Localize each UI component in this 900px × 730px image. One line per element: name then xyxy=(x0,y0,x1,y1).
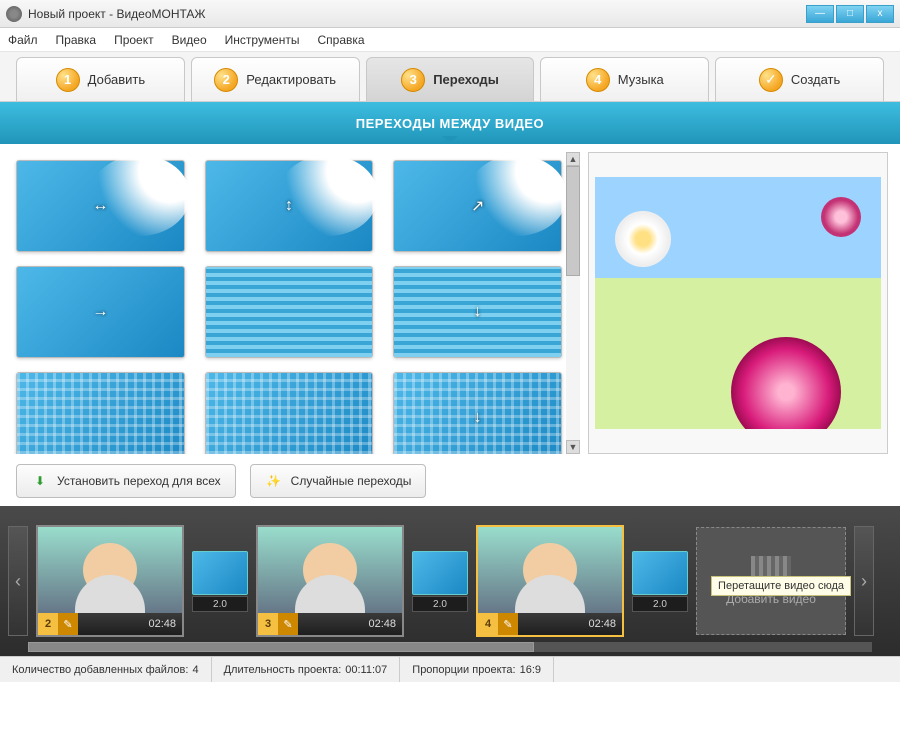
menu-edit[interactable]: Правка xyxy=(56,33,97,47)
transition-slot[interactable]: 2.0 xyxy=(192,551,248,612)
edit-clip-button[interactable]: ✎ xyxy=(278,613,298,635)
transition-thumb xyxy=(192,551,248,595)
minimize-button[interactable]: — xyxy=(806,5,834,23)
transition-item[interactable]: ↕ xyxy=(205,160,374,252)
arrow-icon: ↕ xyxy=(285,197,293,215)
close-button[interactable]: x xyxy=(866,5,894,23)
step-3-label: Переходы xyxy=(433,72,499,87)
arrow-icon: → xyxy=(92,303,108,321)
scroll-up-button[interactable]: ▲ xyxy=(566,152,580,166)
menu-file[interactable]: Файл xyxy=(8,33,38,47)
timeline-scrollbar[interactable] xyxy=(28,642,872,652)
download-arrow-icon: ⬇ xyxy=(31,472,49,490)
clip-duration: 02:48 xyxy=(78,618,182,630)
window-title: Новый проект - ВидеоМОНТАЖ xyxy=(28,7,206,21)
clip-number: 4 xyxy=(478,613,498,635)
tab-add[interactable]: 1 Добавить xyxy=(16,57,185,101)
transition-item[interactable] xyxy=(16,372,185,454)
timeline-next-button[interactable]: › xyxy=(854,526,874,636)
aspect-value: 16:9 xyxy=(520,664,541,676)
menu-tools[interactable]: Инструменты xyxy=(225,33,300,47)
apply-all-label: Установить переход для всех xyxy=(57,474,221,488)
timeline: ‹ 2 ✎ 02:48 2.0 3 ✎ 02:48 2.0 4 ✎ 02:48 xyxy=(0,506,900,656)
arrow-down-icon: ↓ xyxy=(474,409,482,427)
tab-transitions[interactable]: 3 Переходы xyxy=(366,57,535,101)
wand-icon: ✨ xyxy=(265,472,283,490)
maximize-button[interactable]: □ xyxy=(836,5,864,23)
flower-decor xyxy=(821,197,861,237)
transition-item[interactable]: ↗ xyxy=(393,160,562,252)
transition-thumb xyxy=(632,551,688,595)
tab-edit[interactable]: 2 Редактировать xyxy=(191,57,360,101)
menubar: Файл Правка Проект Видео Инструменты Спр… xyxy=(0,28,900,52)
transition-item[interactable]: → xyxy=(16,266,185,358)
aspect-label: Пропорции проекта: xyxy=(412,664,515,676)
clip-number: 3 xyxy=(258,613,278,635)
timeline-clip[interactable]: 3 ✎ 02:48 xyxy=(256,525,404,637)
step-4-label: Музыка xyxy=(618,72,664,87)
files-count-label: Количество добавленных файлов: xyxy=(12,664,188,676)
menu-video[interactable]: Видео xyxy=(172,33,207,47)
arrow-down-icon: ↓ xyxy=(474,303,482,321)
transition-item[interactable]: ↓ xyxy=(393,372,562,454)
apply-all-button[interactable]: ⬇ Установить переход для всех xyxy=(16,464,236,498)
step-1-badge: 1 xyxy=(56,68,80,92)
transition-thumb xyxy=(412,551,468,595)
arrow-icon: ↗ xyxy=(471,196,484,216)
check-icon: ✓ xyxy=(759,68,783,92)
menu-project[interactable]: Проект xyxy=(114,33,154,47)
section-banner: ПЕРЕХОДЫ МЕЖДУ ВИДЕО xyxy=(0,102,900,144)
scroll-thumb[interactable] xyxy=(566,166,580,276)
flower-decor xyxy=(615,211,671,267)
timeline-clip[interactable]: 4 ✎ 02:48 xyxy=(476,525,624,637)
transition-duration: 2.0 xyxy=(632,596,688,612)
step-5-label: Создать xyxy=(791,72,840,87)
steps-bar: 1 Добавить 2 Редактировать 3 Переходы 4 … xyxy=(0,52,900,102)
clip-duration: 02:48 xyxy=(298,618,402,630)
transitions-grid: ↔ ↕ ↗ → ↓ ↓ xyxy=(12,152,566,454)
tab-create[interactable]: ✓ Создать xyxy=(715,57,884,101)
transitions-scrollbar[interactable]: ▲ ▼ xyxy=(566,152,580,454)
tab-music[interactable]: 4 Музыка xyxy=(540,57,709,101)
scroll-down-button[interactable]: ▼ xyxy=(566,440,580,454)
timeline-clip[interactable]: 2 ✎ 02:48 xyxy=(36,525,184,637)
step-4-badge: 4 xyxy=(586,68,610,92)
flower-decor xyxy=(731,337,841,429)
files-count-value: 4 xyxy=(192,664,198,676)
menu-help[interactable]: Справка xyxy=(317,33,364,47)
arrow-icon: ↔ xyxy=(92,197,108,215)
clip-thumbnail xyxy=(478,527,622,613)
random-transitions-button[interactable]: ✨ Случайные переходы xyxy=(250,464,427,498)
step-1-label: Добавить xyxy=(88,72,145,87)
dropzone-tooltip: Перетащите видео сюда xyxy=(711,576,851,596)
edit-clip-button[interactable]: ✎ xyxy=(498,613,518,635)
random-label: Случайные переходы xyxy=(291,474,412,488)
step-2-badge: 2 xyxy=(214,68,238,92)
timeline-scroll-thumb[interactable] xyxy=(28,642,534,652)
transition-item[interactable]: ↓ xyxy=(393,266,562,358)
clip-duration: 02:48 xyxy=(518,618,622,630)
statusbar: Количество добавленных файлов: 4 Длитель… xyxy=(0,656,900,682)
add-video-dropzone[interactable]: Добавить видео Перетащите видео сюда xyxy=(696,527,846,635)
step-2-label: Редактировать xyxy=(246,72,336,87)
transition-slot[interactable]: 2.0 xyxy=(412,551,468,612)
transition-item[interactable] xyxy=(205,372,374,454)
transition-item[interactable]: ↔ xyxy=(16,160,185,252)
transition-duration: 2.0 xyxy=(412,596,468,612)
titlebar[interactable]: Новый проект - ВидеоМОНТАЖ — □ x xyxy=(0,0,900,28)
preview-panel xyxy=(588,152,888,454)
transition-duration: 2.0 xyxy=(192,596,248,612)
project-duration-label: Длительность проекта: xyxy=(224,664,342,676)
app-icon xyxy=(6,6,22,22)
project-duration-value: 00:11:07 xyxy=(345,664,387,676)
edit-clip-button[interactable]: ✎ xyxy=(58,613,78,635)
clip-thumbnail xyxy=(258,527,402,613)
timeline-prev-button[interactable]: ‹ xyxy=(8,526,28,636)
preview-image xyxy=(595,177,881,429)
transition-slot[interactable]: 2.0 xyxy=(632,551,688,612)
step-3-badge: 3 xyxy=(401,68,425,92)
clip-number: 2 xyxy=(38,613,58,635)
clip-thumbnail xyxy=(38,527,182,613)
transition-item[interactable] xyxy=(205,266,374,358)
